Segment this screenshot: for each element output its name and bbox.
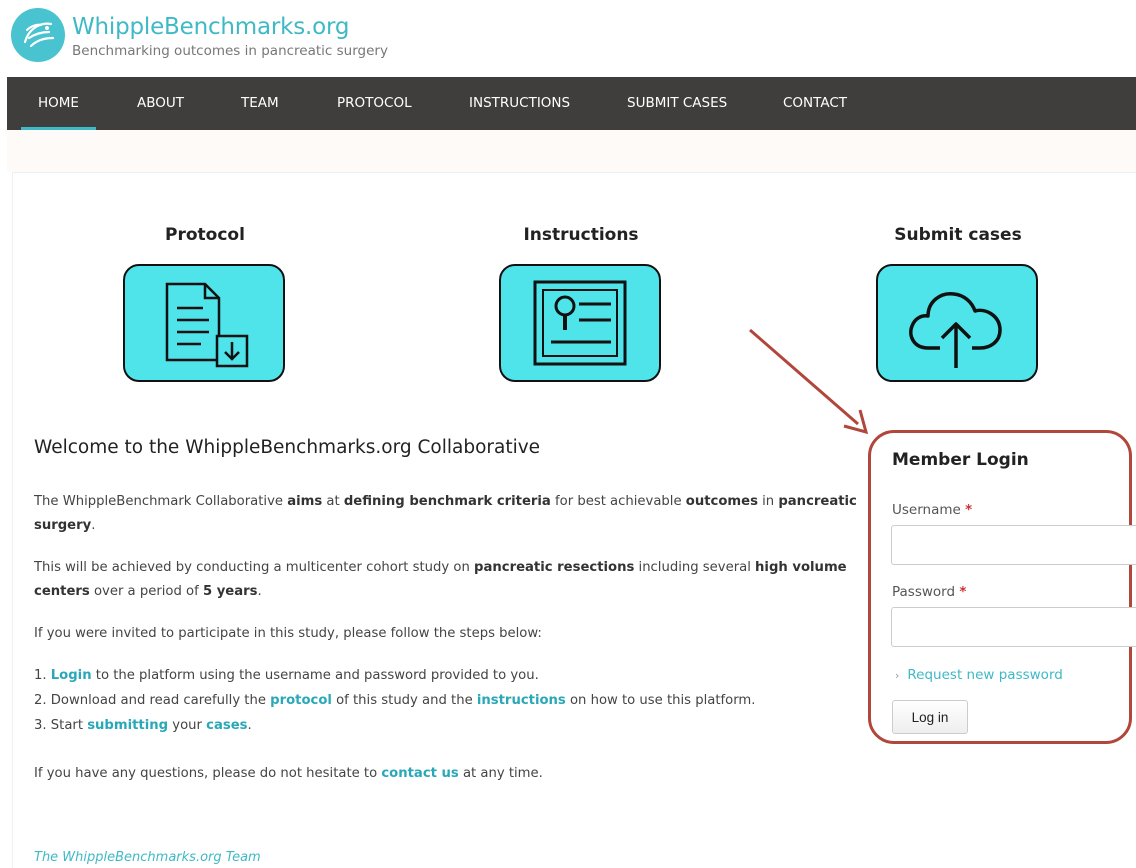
- tile-instructions[interactable]: [499, 264, 661, 382]
- chevron-right-icon: ›: [895, 669, 900, 682]
- site-name[interactable]: WhippleBenchmarks.org: [72, 14, 349, 40]
- emph-text: pancreatic resections: [474, 560, 635, 575]
- text: This will be achieved by conducting a mu…: [34, 560, 475, 575]
- list-item: 2. Download and read carefully the proto…: [34, 688, 755, 713]
- main-nav: HOME ABOUT TEAM PROTOCOL INSTRUCTIONS SU…: [7, 77, 1136, 130]
- text: Request new password: [907, 667, 1063, 683]
- tile-protocol[interactable]: [123, 264, 285, 382]
- protocol-link[interactable]: protocol: [270, 693, 332, 708]
- text: Password: [892, 584, 956, 600]
- text: your: [168, 718, 207, 733]
- text: in: [757, 494, 779, 509]
- text: over a period of: [89, 584, 203, 599]
- tile-submit-cases[interactable]: [876, 264, 1038, 382]
- team-signature-link[interactable]: The WhippleBenchmarks.org Team: [34, 850, 261, 865]
- tile-title-submit-cases: Submit cases: [894, 225, 1022, 245]
- text: at: [322, 494, 344, 509]
- username-label: Username *: [892, 502, 972, 518]
- text: to the platform using the username and p…: [91, 668, 539, 683]
- invite-paragraph: If you were invited to participate in th…: [34, 626, 542, 641]
- contact-us-link[interactable]: contact us: [381, 766, 458, 781]
- search-list-icon: [533, 280, 627, 366]
- nav-contact[interactable]: CONTACT: [783, 77, 847, 130]
- text: 2. Download and read carefully the: [34, 693, 271, 708]
- text: Username: [892, 502, 961, 518]
- text: at any time.: [458, 766, 543, 781]
- text: .: [91, 518, 96, 533]
- cloud-upload-icon: [909, 292, 1002, 368]
- contact-paragraph: If you have any questions, please do not…: [34, 762, 864, 786]
- steps-list: 1. Login to the platform using the usern…: [34, 663, 755, 738]
- nav-protocol[interactable]: PROTOCOL: [337, 77, 412, 130]
- text: .: [257, 584, 262, 599]
- emph-text: 5 years: [202, 584, 258, 599]
- password-label: Password *: [892, 584, 966, 600]
- nav-team[interactable]: TEAM: [241, 77, 279, 130]
- text: 3. Start: [34, 718, 88, 733]
- nav-instructions[interactable]: INSTRUCTIONS: [469, 77, 570, 130]
- request-password-link[interactable]: › Request new password: [895, 667, 1063, 683]
- emph-text: outcomes: [685, 494, 758, 509]
- login-link[interactable]: Login: [51, 668, 92, 683]
- site-slogan: Benchmarking outcomes in pancreatic surg…: [72, 43, 388, 59]
- text: of this study and the: [331, 693, 477, 708]
- site-header: WhippleBenchmarks.org Benchmarking outco…: [0, 0, 1136, 77]
- list-item: 3. Start submitting your cases.: [34, 713, 755, 738]
- cases-link[interactable]: cases: [206, 718, 247, 733]
- text: including several: [634, 560, 756, 575]
- instructions-link[interactable]: instructions: [477, 693, 566, 708]
- tile-title-protocol: Protocol: [165, 225, 245, 245]
- header-band: [7, 130, 1136, 172]
- document-download-icon: [165, 282, 249, 368]
- login-button[interactable]: Log in: [892, 700, 968, 734]
- text: If you have any questions, please do not…: [34, 766, 382, 781]
- annotation-arrow-icon: [749, 328, 869, 435]
- method-paragraph: This will be achieved by conducting a mu…: [34, 556, 864, 604]
- text: on how to use this platform.: [565, 693, 756, 708]
- password-input[interactable]: [891, 607, 1136, 647]
- login-title: Member Login: [892, 450, 1029, 470]
- tile-title-instructions: Instructions: [523, 225, 639, 245]
- text: The WhippleBenchmark Collaborative: [34, 494, 288, 509]
- required-mark: *: [959, 584, 967, 600]
- nav-about[interactable]: ABOUT: [137, 77, 184, 130]
- site-logo-icon[interactable]: [11, 8, 65, 62]
- required-mark: *: [965, 502, 973, 518]
- text: for best achievable: [550, 494, 686, 509]
- nav-home[interactable]: HOME: [21, 77, 96, 130]
- emph-text: aims: [287, 494, 323, 509]
- emph-text: defining benchmark criteria: [343, 494, 551, 509]
- text: 1.: [34, 668, 51, 683]
- nav-submit-cases[interactable]: SUBMIT CASES: [627, 77, 727, 130]
- intro-paragraph: The WhippleBenchmark Collaborative aims …: [34, 490, 864, 538]
- welcome-heading: Welcome to the WhippleBenchmarks.org Col…: [34, 437, 541, 458]
- username-input[interactable]: [891, 525, 1136, 565]
- text: .: [247, 718, 252, 733]
- list-item: 1. Login to the platform using the usern…: [34, 663, 755, 688]
- submitting-link[interactable]: submitting: [87, 718, 168, 733]
